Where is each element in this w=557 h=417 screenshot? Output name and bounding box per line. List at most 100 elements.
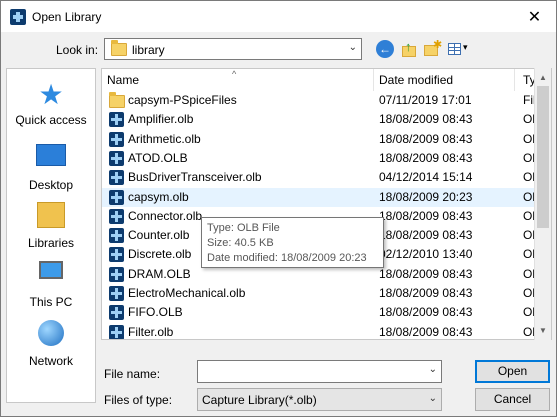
file-date: 18/08/2009 08:43 xyxy=(379,208,473,223)
place-label: Desktop xyxy=(28,178,74,192)
olb-file-icon xyxy=(109,247,124,263)
file-row[interactable]: capsym-PSpiceFiles 07/11/2019 17:01 Fil xyxy=(102,91,535,110)
column-label: Date modified xyxy=(379,73,454,87)
column-header-date[interactable]: Date modified xyxy=(374,69,515,91)
olb-file-icon xyxy=(109,112,124,128)
file-info-tooltip: Type: OLB File Size: 40.5 KB Date modifi… xyxy=(201,217,384,268)
olb-file-icon xyxy=(109,228,124,244)
place-label: Network xyxy=(28,354,73,368)
file-name: capsym.olb xyxy=(128,189,189,204)
sort-ascending-icon: ^ xyxy=(232,69,237,79)
quick-access-star-icon: ★ xyxy=(38,79,64,110)
olb-file-icon xyxy=(109,150,124,166)
file-row[interactable]: Arithmetic.olb 18/08/2009 08:43 Ol xyxy=(102,130,535,149)
scroll-up-arrow-icon[interactable]: ▲ xyxy=(535,69,551,86)
file-name: ElectroMechanical.olb xyxy=(128,286,246,300)
column-header-name[interactable]: ^ Name xyxy=(102,69,374,91)
arrow-up-icon: ↑ xyxy=(405,39,412,54)
file-row[interactable]: ElectroMechanical.olb 18/08/2009 08:43 Ol xyxy=(102,284,535,303)
file-row[interactable]: Amplifier.olb 18/08/2009 08:43 Ol xyxy=(102,110,535,129)
file-date: 07/11/2019 17:01 xyxy=(379,93,472,107)
file-date: 18/08/2009 08:43 xyxy=(379,131,473,146)
place-label: Quick access xyxy=(15,113,87,127)
filetype-label: Files of type: xyxy=(104,393,173,407)
place-this-pc[interactable]: This PC xyxy=(7,257,95,309)
chevron-down-icon[interactable]: ⌄ xyxy=(429,393,437,404)
up-one-level-button[interactable]: ↑ xyxy=(400,39,418,58)
place-label: Libraries xyxy=(27,236,75,250)
file-date: 02/12/2010 13:40 xyxy=(379,247,473,262)
close-button[interactable]: ✕ xyxy=(513,1,556,32)
filename-input[interactable]: ⌄ xyxy=(197,360,442,383)
open-library-dialog: Open Library ✕ Look in: library ⌄ ← ↑ ✱ … xyxy=(0,0,557,417)
scroll-down-arrow-icon[interactable]: ▼ xyxy=(535,322,551,339)
file-row[interactable]: ATOD.OLB 18/08/2009 08:43 Ol xyxy=(102,149,535,168)
grid-view-icon xyxy=(448,43,461,55)
file-name: Filter.olb xyxy=(128,324,174,339)
folder-icon xyxy=(111,40,127,56)
file-list[interactable]: ^ Name Date modified Ty capsym-PSpiceFil… xyxy=(101,68,552,340)
file-row[interactable]: BusDriverTransceiver.olb 04/12/2014 15:14… xyxy=(102,168,535,187)
file-row[interactable]: FIFO.OLB 18/08/2009 08:43 Ol xyxy=(102,303,535,322)
place-label: This PC xyxy=(29,295,73,309)
chevron-down-icon[interactable]: ⌄ xyxy=(429,364,437,375)
file-date: 18/08/2009 08:43 xyxy=(379,150,473,165)
column-label: Name xyxy=(107,73,140,87)
file-date: 04/12/2014 15:14 xyxy=(379,170,473,185)
lookin-value: library xyxy=(132,43,165,57)
file-name: FIFO.OLB xyxy=(128,305,183,320)
sparkle-icon: ✱ xyxy=(433,39,443,51)
file-row[interactable]: capsym.olb 18/08/2009 20:23 Ol xyxy=(102,187,535,207)
file-date: 18/08/2009 08:43 xyxy=(379,112,473,127)
scroll-thumb[interactable] xyxy=(537,86,549,228)
file-row[interactable]: Filter.olb 18/08/2009 08:43 Ol xyxy=(102,323,535,339)
tooltip-date: Date modified: 18/08/2009 20:23 xyxy=(207,252,367,264)
olb-file-icon xyxy=(109,208,124,224)
view-menu-button[interactable]: ▾ xyxy=(447,40,471,58)
vertical-scrollbar[interactable]: ▲ ▼ xyxy=(534,68,551,340)
file-date: 18/08/2009 08:43 xyxy=(379,228,473,243)
folder-icon xyxy=(109,92,125,108)
file-name: DRAM.OLB xyxy=(128,266,191,281)
network-icon xyxy=(35,320,67,352)
file-date: 18/08/2009 08:43 xyxy=(379,305,473,320)
file-date: 18/08/2009 08:43 xyxy=(379,286,473,300)
filename-label: File name: xyxy=(104,367,161,381)
tooltip-type: Type: OLB File xyxy=(207,222,280,234)
file-name: ATOD.OLB xyxy=(128,150,188,165)
file-name: BusDriverTransceiver.olb xyxy=(128,170,262,185)
place-desktop[interactable]: Desktop xyxy=(7,139,95,192)
file-name: Arithmetic.olb xyxy=(128,131,201,146)
places-bar: ★ Quick access Desktop Libraries This PC… xyxy=(6,68,96,403)
chevron-down-icon[interactable]: ⌄ xyxy=(349,42,357,53)
olb-file-icon xyxy=(109,189,124,205)
cancel-button[interactable]: Cancel xyxy=(475,388,550,411)
app-icon xyxy=(10,9,26,25)
file-name: capsym-PSpiceFiles xyxy=(128,93,237,107)
open-button[interactable]: Open xyxy=(475,360,550,383)
back-button[interactable]: ← xyxy=(376,40,394,58)
file-date: 18/08/2009 08:43 xyxy=(379,324,473,339)
lookin-combobox[interactable]: library ⌄ xyxy=(104,38,362,60)
olb-file-icon xyxy=(109,324,124,339)
libraries-icon xyxy=(35,202,67,234)
file-date: 18/08/2009 20:23 xyxy=(379,189,473,204)
olb-file-icon xyxy=(109,170,124,186)
olb-file-icon xyxy=(109,266,124,282)
desktop-icon xyxy=(35,144,67,176)
window-title: Open Library xyxy=(32,10,102,24)
filetype-value: Capture Library(*.olb) xyxy=(202,393,317,407)
olb-file-icon xyxy=(109,131,124,147)
place-quick-access[interactable]: ★ Quick access xyxy=(7,79,95,127)
new-folder-button[interactable]: ✱ xyxy=(423,39,443,58)
chevron-down-icon: ▾ xyxy=(463,42,468,52)
filetype-select[interactable]: Capture Library(*.olb) ⌄ xyxy=(197,388,442,411)
tooltip-size: Size: 40.5 KB xyxy=(207,237,274,249)
place-network[interactable]: Network xyxy=(7,317,95,368)
title-bar: Open Library ✕ xyxy=(1,1,556,32)
file-date: 18/08/2009 08:43 xyxy=(379,266,473,281)
olb-file-icon xyxy=(109,305,124,321)
lookin-label: Look in: xyxy=(56,43,99,57)
place-libraries[interactable]: Libraries xyxy=(7,199,95,250)
file-name: Amplifier.olb xyxy=(128,112,194,127)
